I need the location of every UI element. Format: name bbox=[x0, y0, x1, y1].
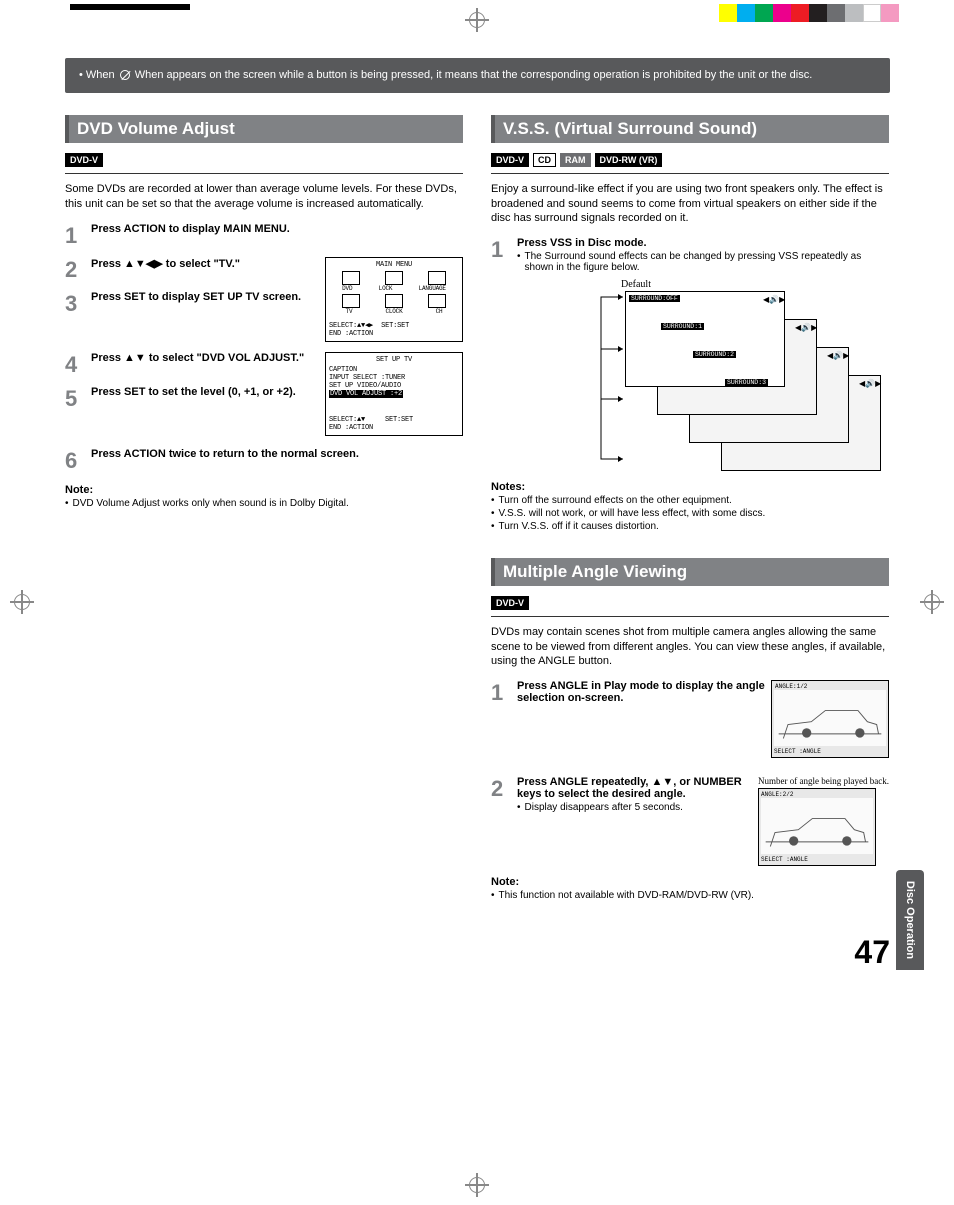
vss-intro: Enjoy a surround-like effect if you are … bbox=[491, 182, 889, 225]
angle-intro: DVDs may contain scenes shot from multip… bbox=[491, 625, 889, 668]
vss-header: V.S.S. (Virtual Surround Sound) bbox=[491, 115, 889, 143]
speaker-icon: ◀🔊▶ bbox=[763, 295, 785, 304]
angle-osd-1: ANGLE:1/2 SELECT :ANGLE bbox=[771, 680, 889, 758]
angle-caption: Number of angle being played back. bbox=[758, 776, 889, 786]
left-column: DVD Volume Adjust DVD-V Some DVDs are re… bbox=[65, 115, 463, 901]
angle-step-1: 1 Press ANGLE in Play mode to display th… bbox=[491, 680, 765, 706]
vss-step-1: 1 Press VSS in Disc mode. •The Surround … bbox=[491, 237, 889, 273]
angle-header: Multiple Angle Viewing bbox=[491, 558, 889, 586]
step-2: 2 Press ▲▼◀▶ to select "TV." bbox=[65, 257, 319, 283]
vss-badges: DVD-V CD RAM DVD-RW (VR) bbox=[491, 153, 889, 167]
osd-main-menu: MAIN MENU DVDLOCKLANGUAGE TVCLOCKCH SELE… bbox=[325, 257, 463, 342]
vss-notes-h: Notes: bbox=[491, 481, 889, 493]
print-registration-top bbox=[0, 0, 954, 28]
car-icon bbox=[761, 798, 873, 854]
note-heading: Note: bbox=[65, 484, 463, 496]
reg-cross-left bbox=[10, 590, 34, 614]
osd-setup-tv: SET UP TV CAPTION INPUT SELECT :TUNER SE… bbox=[325, 352, 463, 436]
page-content: • When When appears on the screen while … bbox=[65, 58, 890, 901]
speaker-icon: ◀🔊▶ bbox=[859, 379, 881, 388]
speaker-icon: ◀🔊▶ bbox=[795, 323, 817, 332]
vss-arrows bbox=[597, 289, 627, 469]
reg-cross-right bbox=[920, 590, 944, 614]
right-column: V.S.S. (Virtual Surround Sound) DVD-V CD… bbox=[491, 115, 889, 901]
dvd-vol-intro: Some DVDs are recorded at lower than ave… bbox=[65, 182, 463, 211]
callout-text: When appears on the screen while a butto… bbox=[135, 69, 813, 81]
badge-row: DVD-V bbox=[65, 153, 463, 167]
prohibited-callout: • When When appears on the screen while … bbox=[65, 58, 890, 93]
section-tab: Disc Operation bbox=[896, 870, 924, 970]
car-icon bbox=[774, 690, 886, 746]
step-3: 3 Press SET to display SET UP TV screen. bbox=[65, 291, 319, 317]
step-1: 1 Press ACTION to display MAIN MENU. bbox=[65, 223, 463, 249]
step-6: 6 Press ACTION twice to return to the no… bbox=[65, 448, 463, 474]
angle-osd-2: ANGLE:2/2 SELECT :ANGLE bbox=[758, 788, 876, 866]
prohibited-icon bbox=[120, 70, 130, 80]
dvd-vol-header: DVD Volume Adjust bbox=[65, 115, 463, 143]
vss-diagram: Default SURROUND:OFF SURROUND:1 SURROUND… bbox=[491, 281, 889, 471]
angle-note-h: Note: bbox=[491, 876, 889, 888]
angle-step-2: 2 Press ANGLE repeatedly, ▲▼, or NUMBER … bbox=[491, 776, 752, 813]
step-4: 4 Press ▲▼ to select "DVD VOL ADJUST." bbox=[65, 352, 319, 378]
page-number: 47 bbox=[854, 934, 890, 971]
speaker-icon: ◀🔊▶ bbox=[827, 351, 849, 360]
reg-cross-bottom bbox=[465, 1173, 489, 1197]
badge-dvdv: DVD-V bbox=[65, 153, 103, 167]
step-5: 5 Press SET to set the level (0, +1, or … bbox=[65, 386, 319, 412]
